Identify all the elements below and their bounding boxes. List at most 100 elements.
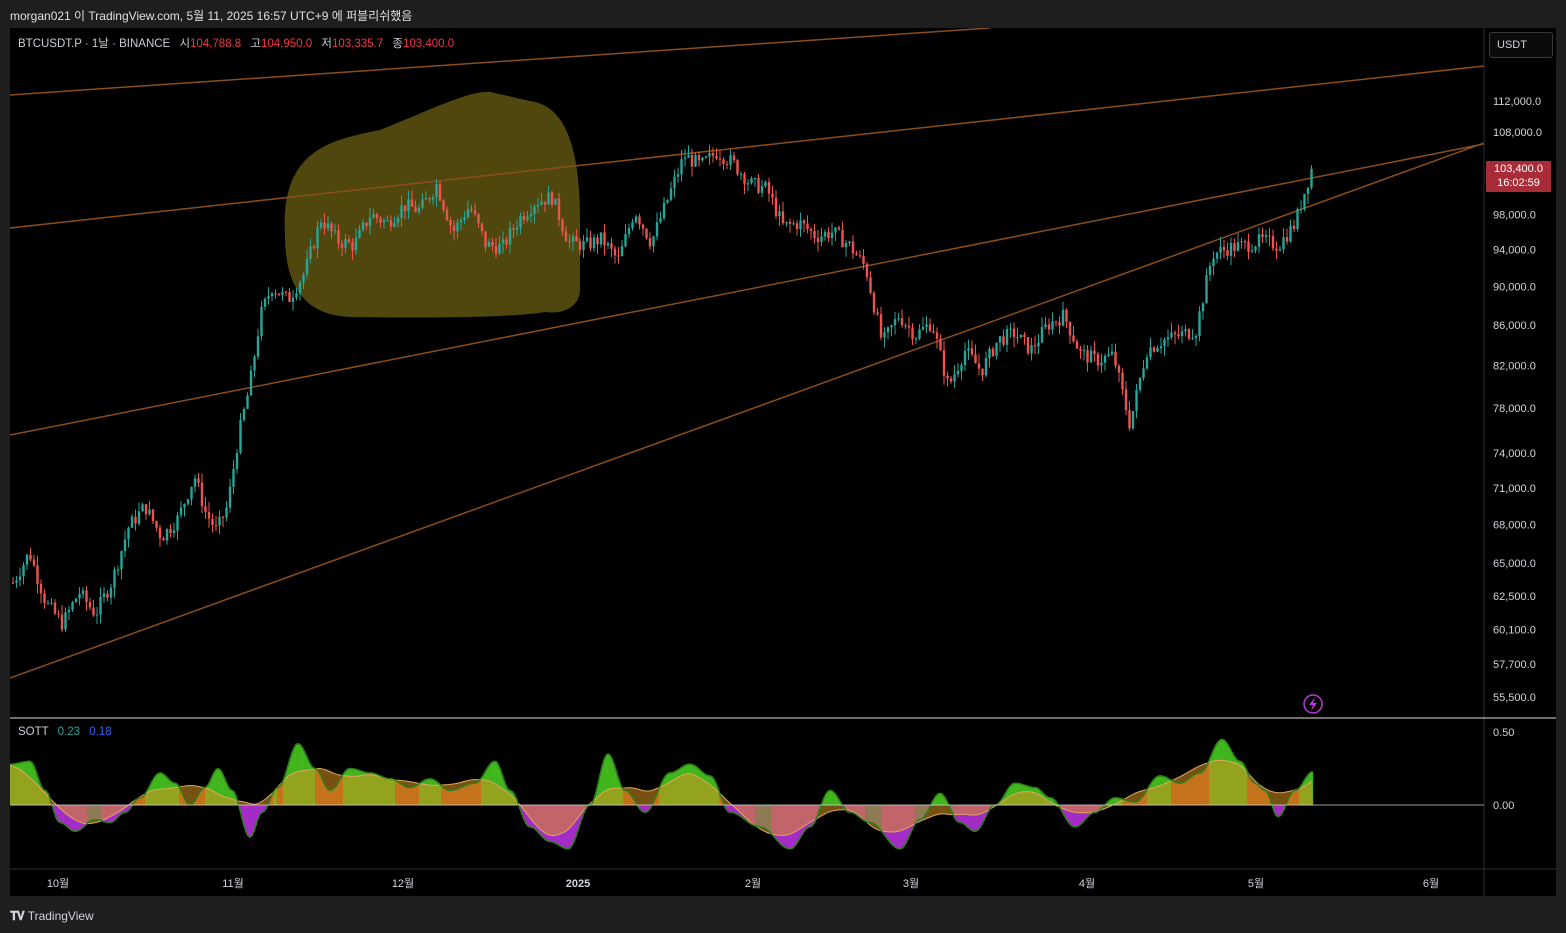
candle[interactable]	[953, 365, 956, 388]
candle[interactable]	[627, 223, 631, 238]
candle[interactable]	[673, 169, 676, 198]
candle[interactable]	[298, 280, 302, 301]
candle[interactable]	[1166, 329, 1170, 347]
candle[interactable]	[1135, 383, 1138, 419]
candle[interactable]	[1114, 343, 1117, 369]
candle[interactable]	[228, 478, 232, 513]
candle[interactable]	[921, 317, 925, 331]
candle[interactable]	[155, 520, 158, 532]
candle[interactable]	[841, 221, 844, 248]
candle[interactable]	[865, 261, 869, 282]
candle[interactable]	[1061, 301, 1065, 327]
trendline[interactable]	[10, 143, 1484, 436]
candle[interactable]	[893, 311, 897, 335]
candle[interactable]	[1233, 238, 1236, 258]
candle[interactable]	[1191, 329, 1194, 341]
candle[interactable]	[669, 181, 673, 202]
candle[interactable]	[1229, 237, 1233, 266]
candle[interactable]	[795, 220, 799, 236]
candle[interactable]	[725, 160, 729, 170]
candle[interactable]	[676, 167, 680, 183]
candle[interactable]	[879, 306, 883, 341]
candle[interactable]	[186, 498, 190, 506]
candle[interactable]	[190, 486, 193, 506]
candle[interactable]	[1271, 229, 1275, 252]
candle[interactable]	[641, 223, 645, 236]
candle[interactable]	[991, 346, 995, 358]
candle[interactable]	[214, 515, 218, 532]
candle[interactable]	[1159, 337, 1163, 354]
candle[interactable]	[683, 148, 687, 167]
sott-name[interactable]: SOTT	[18, 726, 48, 738]
candle[interactable]	[1184, 324, 1187, 337]
candle[interactable]	[183, 503, 186, 517]
candle[interactable]	[1215, 251, 1219, 264]
candle[interactable]	[1296, 207, 1299, 232]
candle[interactable]	[1019, 334, 1023, 338]
candle[interactable]	[687, 145, 690, 158]
candle[interactable]	[281, 287, 284, 301]
candle[interactable]	[116, 565, 120, 576]
candle[interactable]	[918, 324, 921, 341]
candle[interactable]	[554, 198, 557, 205]
candle[interactable]	[757, 173, 760, 195]
candle[interactable]	[736, 158, 739, 176]
candle[interactable]	[172, 522, 176, 538]
candle[interactable]	[739, 171, 743, 181]
candle[interactable]	[998, 336, 1002, 352]
candle[interactable]	[1131, 410, 1135, 431]
candle[interactable]	[218, 510, 221, 534]
candle[interactable]	[260, 300, 263, 341]
lightning-icon[interactable]	[1303, 694, 1323, 714]
candle[interactable]	[1047, 318, 1051, 336]
candle[interactable]	[963, 342, 967, 371]
candle[interactable]	[81, 587, 85, 599]
candle[interactable]	[50, 597, 53, 606]
chart-canvas[interactable]: 112,000.0 108,000.0 98,000.0 94,000.0 90,000…	[0, 0, 1566, 933]
candle[interactable]	[11, 577, 15, 585]
candle[interactable]	[1299, 200, 1303, 214]
candle[interactable]	[36, 555, 39, 594]
candle[interactable]	[123, 530, 127, 558]
candle[interactable]	[1170, 322, 1173, 340]
candle[interactable]	[788, 218, 792, 233]
candle[interactable]	[753, 177, 757, 187]
candle[interactable]	[151, 508, 155, 524]
candle[interactable]	[771, 185, 774, 205]
candle[interactable]	[946, 371, 949, 387]
candle[interactable]	[1012, 322, 1016, 348]
candle[interactable]	[1096, 351, 1100, 371]
candle[interactable]	[165, 528, 169, 545]
candle[interactable]	[29, 547, 32, 562]
candle[interactable]	[1002, 329, 1005, 347]
candle[interactable]	[631, 218, 634, 231]
candle[interactable]	[263, 297, 267, 311]
candle[interactable]	[95, 606, 99, 625]
candle[interactable]	[113, 566, 116, 598]
candle[interactable]	[792, 220, 795, 226]
candle[interactable]	[25, 553, 29, 570]
candle[interactable]	[193, 474, 197, 493]
candle[interactable]	[1208, 262, 1212, 281]
candle[interactable]	[697, 152, 701, 167]
candle[interactable]	[1240, 237, 1243, 249]
candle[interactable]	[1026, 336, 1030, 356]
candle[interactable]	[767, 177, 771, 202]
candle[interactable]	[977, 353, 981, 376]
candle[interactable]	[1075, 339, 1079, 349]
candle[interactable]	[827, 227, 830, 243]
candle[interactable]	[956, 363, 960, 378]
candle[interactable]	[249, 365, 253, 396]
candle[interactable]	[1100, 353, 1103, 373]
trendline[interactable]	[10, 142, 1484, 679]
candle[interactable]	[974, 344, 977, 364]
candle[interactable]	[242, 407, 246, 422]
candle[interactable]	[876, 307, 879, 316]
candle[interactable]	[995, 342, 998, 360]
candle[interactable]	[270, 291, 274, 301]
candle[interactable]	[1068, 321, 1072, 344]
candle[interactable]	[746, 179, 750, 192]
candle[interactable]	[127, 526, 130, 548]
candle[interactable]	[848, 240, 851, 247]
candle[interactable]	[1264, 229, 1268, 243]
